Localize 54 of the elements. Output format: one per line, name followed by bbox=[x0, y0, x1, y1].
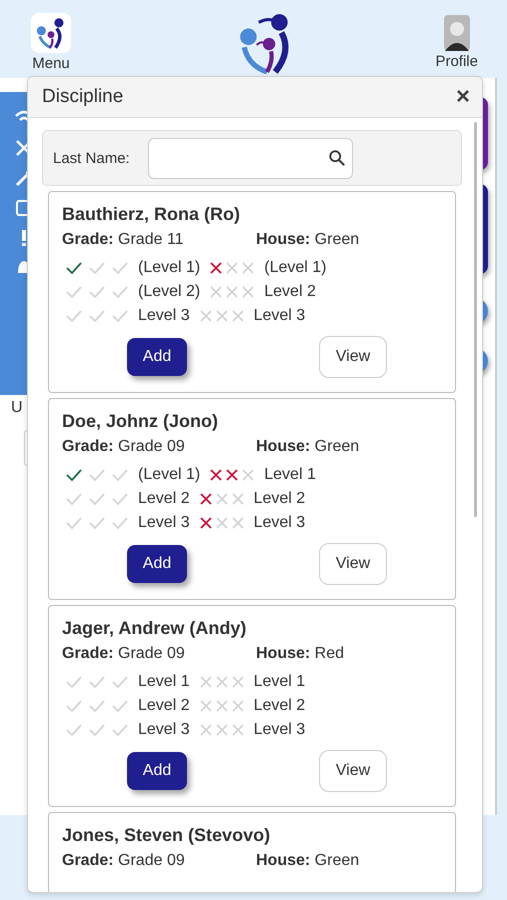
add-button[interactable]: Add bbox=[127, 545, 187, 583]
grade-text: Grade: Grade 09 bbox=[62, 851, 186, 871]
grade-text: Grade: Grade 09 bbox=[62, 437, 186, 457]
demerit-level: Level 2 bbox=[254, 490, 306, 508]
demerit-level: Level 3 bbox=[254, 721, 306, 739]
student-name: Jones, Steven (Stevovo) bbox=[62, 824, 272, 847]
merit-level: Level 3 bbox=[138, 307, 190, 325]
demerit-level: (Level 1) bbox=[264, 259, 326, 277]
house-text: House: Green bbox=[256, 851, 360, 871]
house-text: House: Green bbox=[256, 437, 360, 457]
scrollbar[interactable] bbox=[474, 122, 477, 517]
student-name: Doe, Johnz (Jono) bbox=[62, 410, 219, 433]
demerit-level: Level 2 bbox=[264, 283, 316, 301]
add-button[interactable]: Add bbox=[127, 338, 187, 376]
cross-icon[interactable] bbox=[210, 469, 222, 481]
add-button[interactable]: Add bbox=[127, 752, 187, 790]
cross-icon[interactable] bbox=[210, 262, 222, 274]
cross-icon[interactable] bbox=[226, 469, 238, 481]
grade-text: Grade: Grade 11 bbox=[62, 230, 185, 250]
search-label: Last Name: bbox=[53, 150, 130, 166]
close-button[interactable]: × bbox=[456, 85, 470, 109]
menu-button[interactable] bbox=[31, 13, 71, 53]
merit-level: Level 3 bbox=[138, 721, 190, 739]
view-button[interactable]: View bbox=[319, 543, 387, 585]
tick-icon[interactable] bbox=[66, 261, 82, 275]
demerit-level: Level 3 bbox=[254, 514, 306, 532]
merit-level: Level 2 bbox=[138, 490, 190, 508]
sidebar-label: U bbox=[11, 399, 23, 417]
merit-level: (Level 1) bbox=[138, 259, 200, 277]
search-icon[interactable] bbox=[328, 148, 346, 166]
student-name: Jager, Andrew (Andy) bbox=[62, 617, 248, 640]
demerit-level: Level 1 bbox=[254, 673, 306, 691]
profile-label: Profile bbox=[435, 53, 478, 71]
cross-icon[interactable] bbox=[200, 493, 212, 505]
house-text: House: Green bbox=[256, 230, 360, 250]
merit-level: (Level 1) bbox=[138, 466, 200, 484]
house-text: House: Red bbox=[256, 644, 344, 664]
menu-label: Menu bbox=[32, 55, 70, 73]
view-button[interactable]: View bbox=[319, 336, 387, 378]
demerit-level: Level 2 bbox=[254, 697, 306, 715]
merit-level: (Level 2) bbox=[138, 283, 200, 301]
tick-icon[interactable] bbox=[66, 468, 82, 482]
search-field[interactable] bbox=[148, 138, 353, 178]
demerit-level: Level 1 bbox=[264, 466, 316, 484]
grade-text: Grade: Grade 09 bbox=[62, 644, 186, 664]
dialog-title: Discipline bbox=[42, 86, 124, 108]
demerit-level: Level 3 bbox=[254, 307, 306, 325]
merit-level: Level 3 bbox=[138, 514, 190, 532]
student-name: Bauthierz, Rona (Ro) bbox=[62, 203, 241, 226]
view-button[interactable]: View bbox=[319, 750, 387, 792]
avatar-icon[interactable] bbox=[444, 15, 470, 51]
cross-icon[interactable] bbox=[200, 517, 212, 529]
merit-level: Level 2 bbox=[138, 697, 190, 715]
merit-level: Level 1 bbox=[138, 673, 190, 691]
